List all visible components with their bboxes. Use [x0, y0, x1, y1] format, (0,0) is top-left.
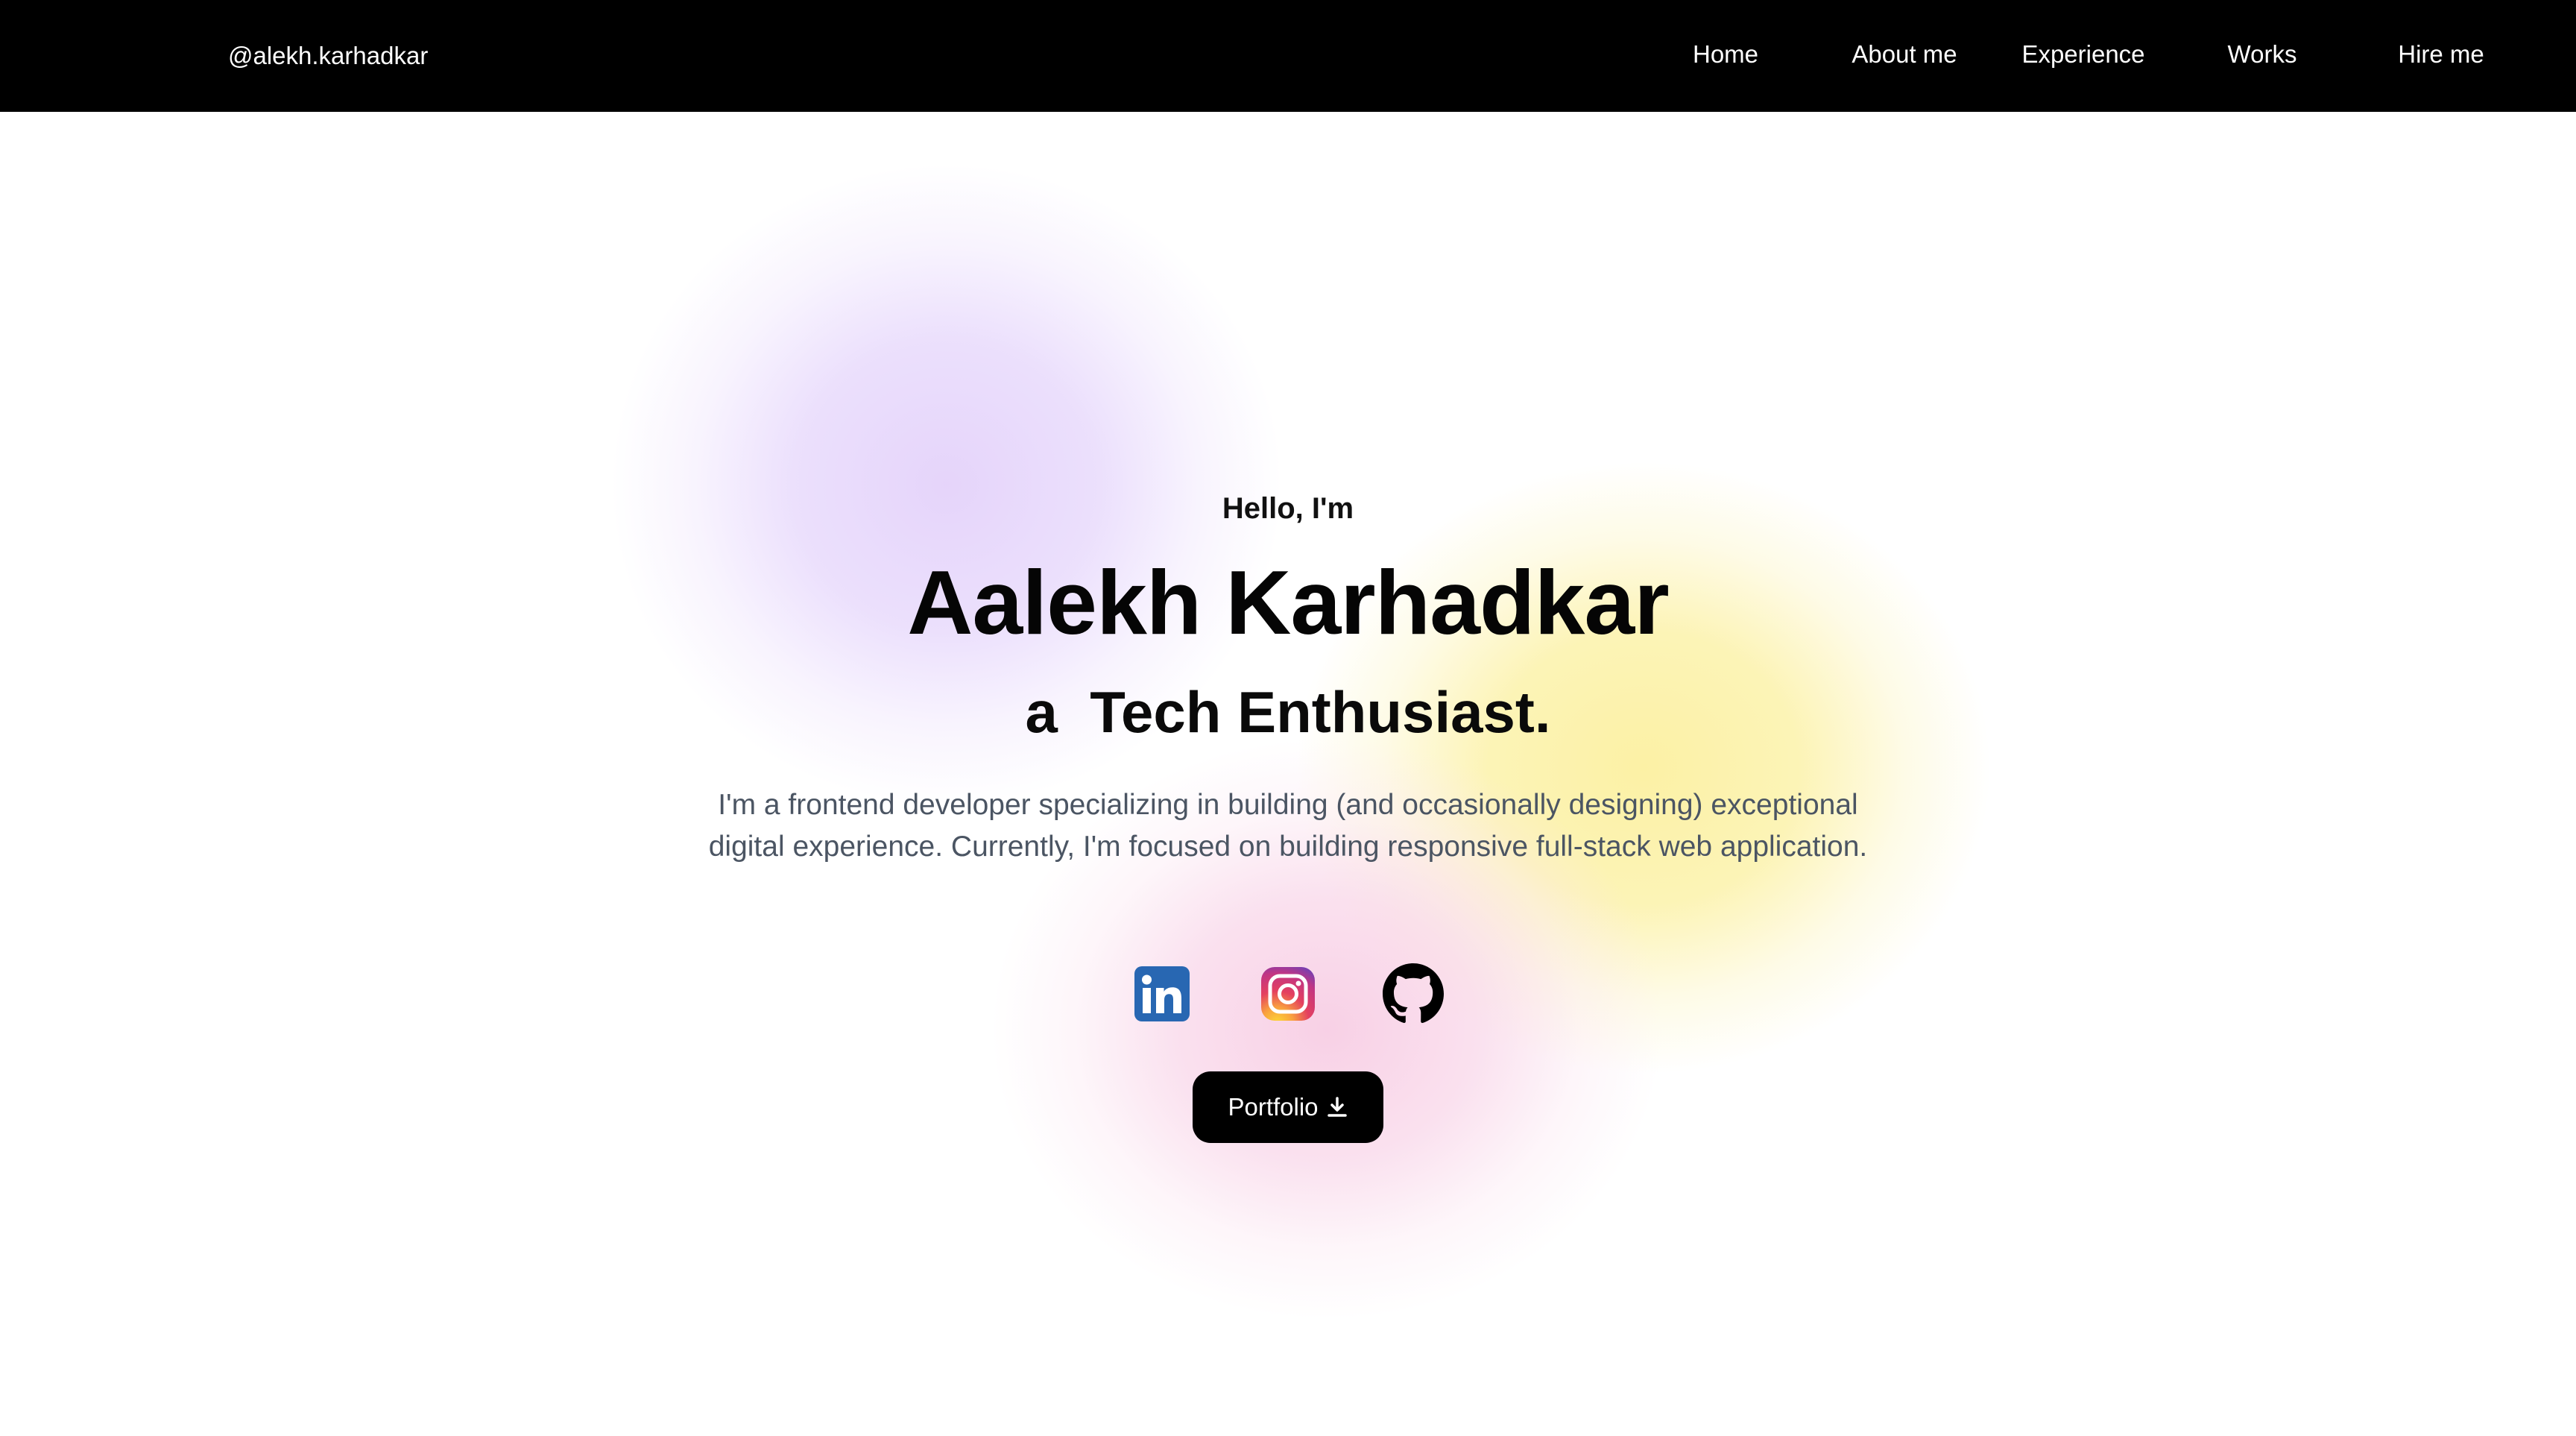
portfolio-button-label: Portfolio: [1228, 1093, 1319, 1121]
nav-item-experience[interactable]: Experience: [2005, 37, 2162, 72]
download-icon: [1326, 1096, 1348, 1118]
github-icon[interactable]: [1383, 963, 1444, 1024]
hero-name: Aalekh Karhadkar: [907, 552, 1669, 653]
social-links: [0, 963, 2576, 1024]
portfolio-download-button[interactable]: Portfolio: [1193, 1071, 1383, 1143]
nav-item-hire-me[interactable]: Hire me: [2363, 37, 2519, 72]
hero-role: a Tech Enthusiast.: [1025, 679, 1551, 745]
brand-handle[interactable]: @alekh.karhadkar: [228, 39, 428, 73]
navbar: @alekh.karhadkar Home About me Experienc…: [0, 0, 2576, 112]
hero-description: I'm a frontend developer specializing in…: [708, 789, 1868, 863]
instagram-icon[interactable]: [1257, 963, 1319, 1024]
nav-item-works[interactable]: Works: [2184, 37, 2340, 72]
page: @alekh.karhadkar Home About me Experienc…: [0, 0, 2576, 1436]
nav-item-home[interactable]: Home: [1647, 37, 1804, 72]
linkedin-icon[interactable]: [1131, 963, 1193, 1024]
nav-item-about-me[interactable]: About me: [1826, 37, 1983, 72]
hero-greeting: Hello, I'm: [1222, 492, 1354, 525]
